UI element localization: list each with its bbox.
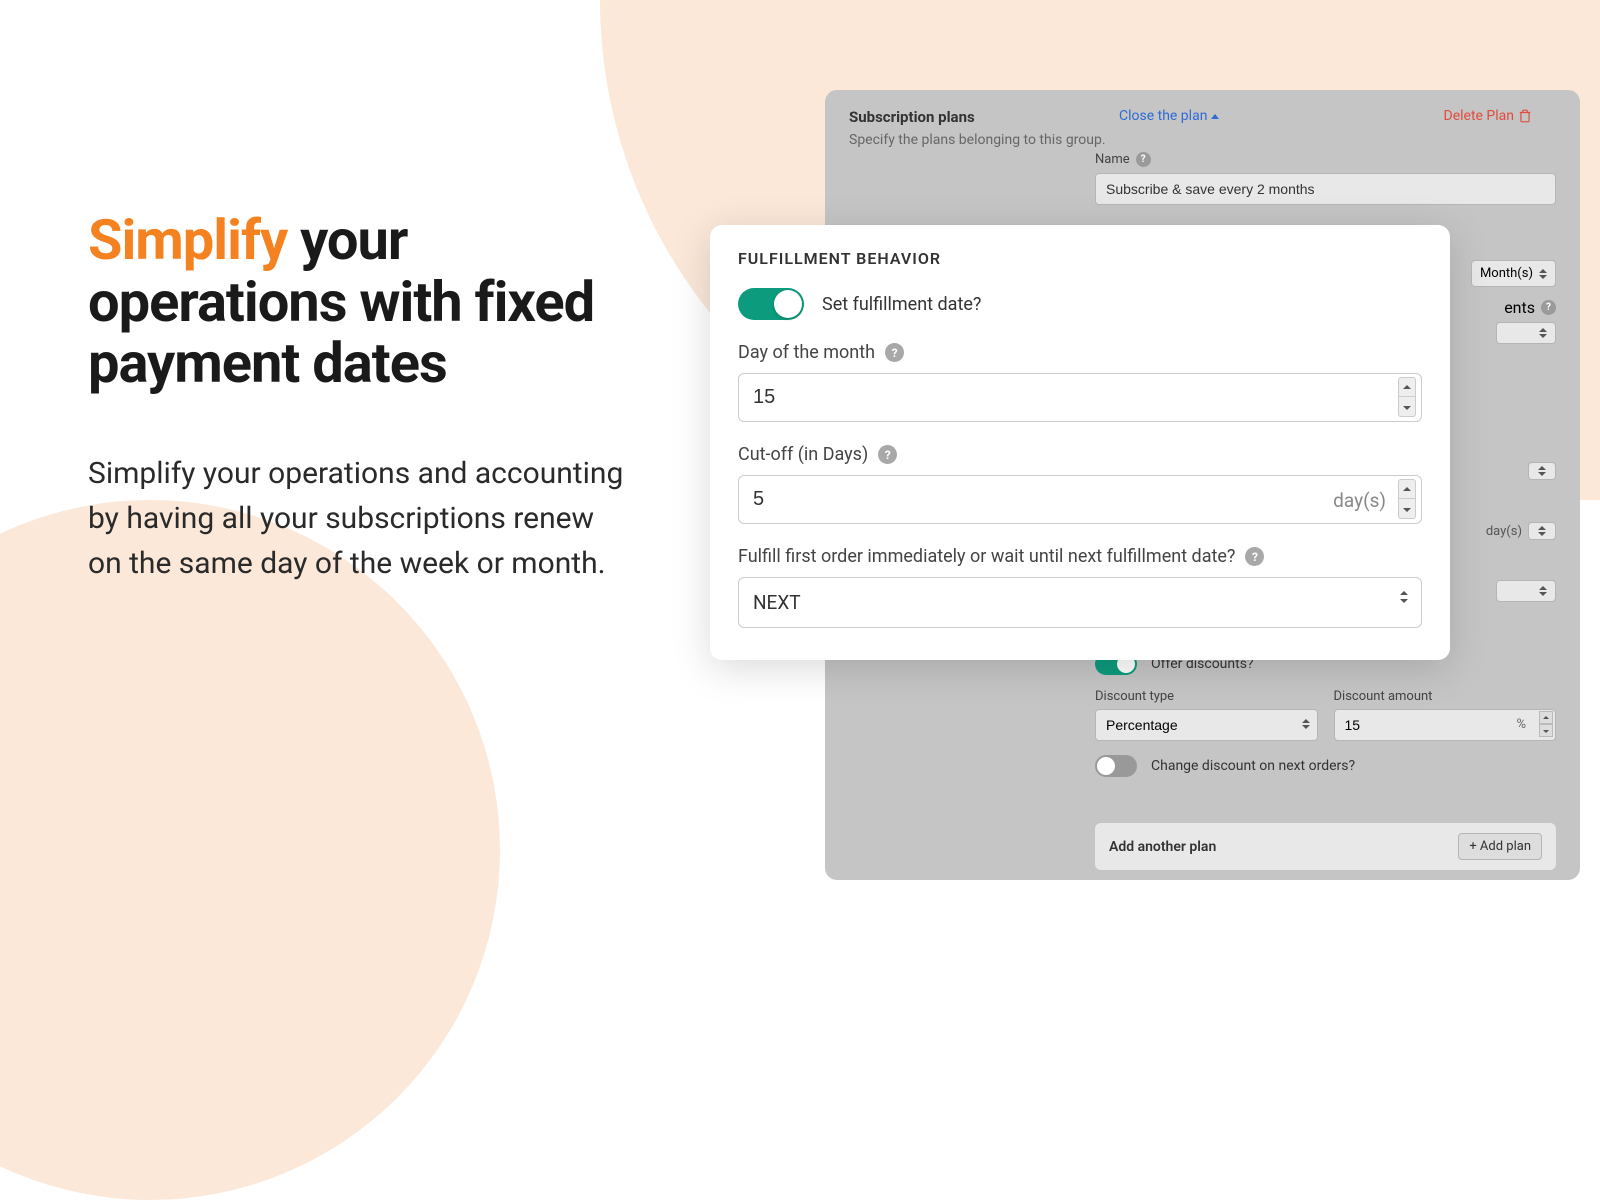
name-field-row: Name ? [1095,152,1556,205]
stepper-up-button[interactable] [1398,479,1416,499]
plan-form: Name ? [1095,140,1556,205]
stepper-down-button[interactable] [1398,397,1416,417]
first-order-label: Fulfill first order immediately or wait … [738,546,1235,567]
days-suffix-stepper[interactable]: day(s) [1486,522,1556,540]
discount-amount-col: Discount amount % [1334,689,1557,741]
select-arrows-icon [1539,269,1547,279]
plan-header-row: Close the plan Delete Plan [1095,108,1556,124]
day-input-wrap [738,373,1422,422]
add-another-plan-text: Add another plan [1109,839,1216,855]
set-fulfillment-label: Set fulfillment date? [822,294,981,315]
subtext: Simplify your operations and accounting … [88,451,628,586]
first-order-select[interactable]: NEXT [738,577,1422,628]
day-of-month-label: Day of the month [738,342,875,363]
interval-unit-label: Month(s) [1480,266,1533,281]
modal-title: FULFILLMENT BEHAVIOR [738,249,1422,268]
days-suffix: day(s) [1333,489,1386,512]
day-of-month-label-row: Day of the month ? [738,342,1422,363]
name-label-row: Name ? [1095,152,1556,167]
change-discount-row: Change discount on next orders? [1095,755,1556,777]
discount-amount-label: Discount amount [1334,689,1557,704]
headline: Simplify your operations with fixed paym… [88,210,628,395]
help-icon[interactable]: ? [1541,300,1556,315]
partial-select-2[interactable] [1496,322,1556,344]
trash-icon [1518,109,1532,123]
select-arrows-icon [1539,586,1547,596]
day-stepper[interactable] [1398,377,1416,417]
cutoff-input-wrap: day(s) [738,475,1422,524]
stepper-down-button[interactable] [1398,499,1416,519]
help-icon[interactable]: ? [1245,547,1264,566]
amount-stepper[interactable] [1539,711,1553,737]
discount-type-label: Discount type [1095,689,1318,704]
discount-type-col: Discount type [1095,689,1318,741]
partial-label-ents: ents ? [1504,298,1556,317]
cutoff-label: Cut-off (in Days) [738,444,868,465]
fulfillment-behavior-modal: FULFILLMENT BEHAVIOR Set fulfillment dat… [710,225,1450,660]
close-plan-label: Close the plan [1119,108,1207,124]
background-shape-bottom [0,500,500,1200]
change-discount-label: Change discount on next orders? [1151,758,1355,774]
select-arrows-icon [1539,328,1547,338]
stepper-up-button[interactable] [1398,377,1416,397]
marketing-copy: Simplify your operations with fixed paym… [88,210,628,586]
discount-fields-row: Discount type Discount amount % [1095,689,1556,741]
headline-highlight: Simplify [88,207,287,273]
name-label: Name [1095,152,1130,167]
help-icon[interactable]: ? [878,445,897,464]
partial-stepper-1[interactable] [1528,462,1556,480]
cutoff-label-row: Cut-off (in Days) ? [738,444,1422,465]
discount-type-select[interactable] [1095,709,1318,741]
delete-plan-label: Delete Plan [1444,108,1515,124]
partial-select-3[interactable] [1496,580,1556,602]
help-icon[interactable]: ? [885,343,904,362]
day-of-month-input[interactable] [738,373,1422,422]
help-icon[interactable]: ? [1136,152,1151,167]
interval-unit-select[interactable]: Month(s) [1471,260,1556,287]
delete-plan-link[interactable]: Delete Plan [1444,108,1533,124]
add-plan-row: Add another plan + Add plan [1095,823,1556,870]
percent-suffix: % [1516,717,1526,732]
caret-up-icon [1211,114,1219,119]
select-arrows-icon [1302,719,1310,729]
set-fulfillment-row: Set fulfillment date? [738,288,1422,320]
add-plan-button[interactable]: + Add plan [1458,833,1542,860]
cutoff-stepper[interactable] [1398,479,1416,519]
first-order-label-row: Fulfill first order immediately or wait … [738,546,1422,567]
name-input[interactable] [1095,173,1556,205]
set-fulfillment-toggle[interactable] [738,288,804,320]
change-discount-toggle[interactable] [1095,755,1137,777]
close-plan-link[interactable]: Close the plan [1119,108,1219,124]
select-arrows-icon [1400,591,1408,603]
cutoff-input[interactable] [738,475,1422,524]
first-order-select-wrap: NEXT [738,577,1422,628]
